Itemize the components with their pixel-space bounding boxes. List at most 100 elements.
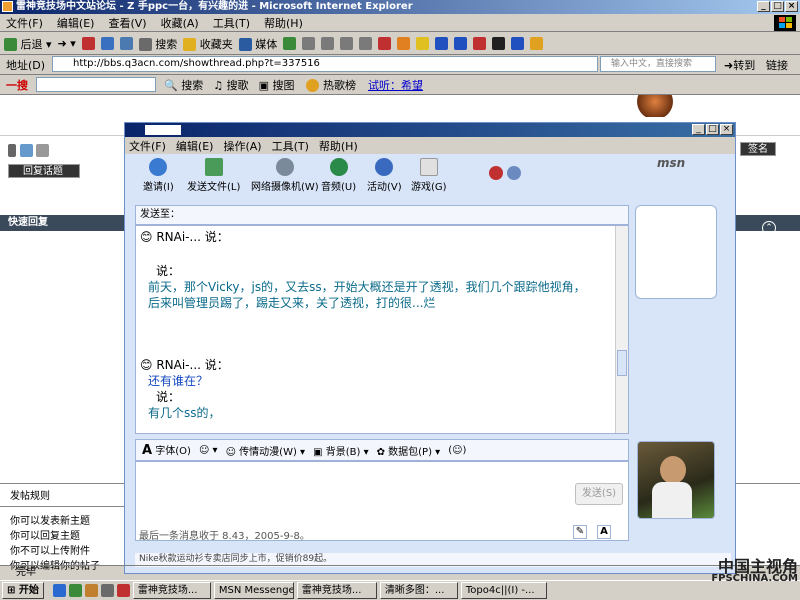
search-web-button[interactable]: 🔍 搜索	[164, 77, 203, 93]
back-button[interactable]: 后退 ▾	[4, 36, 52, 52]
plugin-icon[interactable]	[511, 37, 525, 50]
try-listen-link[interactable]: 试听：希望	[368, 77, 423, 93]
my-display-picture[interactable]	[637, 441, 715, 519]
sender-name: RNAi-... 说：	[156, 230, 229, 244]
forward-icon[interactable]: ➜ ▾	[58, 37, 76, 50]
type-mode-icon[interactable]: A	[597, 525, 611, 539]
search-image-label: 搜图	[272, 78, 295, 92]
reply-topic-button[interactable]: 回复话题	[8, 164, 80, 178]
start-button[interactable]: ⊞ 开始	[2, 582, 44, 599]
webcam-button[interactable]: 网络摄像机(W)	[251, 158, 319, 193]
scroll-thumb[interactable]	[617, 350, 627, 376]
plugin-icon[interactable]	[473, 37, 487, 50]
media-button[interactable]: 媒体	[238, 36, 277, 52]
menu-tools[interactable]: 工具(T)	[213, 15, 250, 31]
mascot-image	[635, 95, 675, 117]
taskbar-item[interactable]: 雷神竞技场...	[132, 582, 211, 599]
conversation-scrollbar[interactable]	[615, 226, 628, 433]
audio-button[interactable]: 音频(U)	[321, 158, 356, 193]
refresh-icon[interactable]	[100, 37, 114, 50]
emoticon-button[interactable]: ☺ ▾	[199, 445, 218, 456]
collapse-icon[interactable]: ⌃	[762, 221, 776, 235]
taskbar-item[interactable]: MSN Messenger	[213, 582, 294, 599]
quick-reply-header: 快速回复	[0, 215, 125, 231]
mail-icon[interactable]	[302, 37, 316, 50]
plugin-icon[interactable]	[378, 37, 392, 50]
minimize-button[interactable]: _	[757, 1, 770, 12]
quicklaunch-icon[interactable]	[116, 584, 130, 597]
go-icon: ➜	[724, 59, 734, 72]
plugin-icon[interactable]	[397, 37, 411, 50]
menu-favorites[interactable]: 收藏(A)	[161, 15, 199, 31]
address-input[interactable]: http://bbs.q3acn.com/showthread.php?t=33…	[52, 56, 598, 72]
msn-menu-tools[interactable]: 工具(T)	[272, 138, 309, 154]
go-button[interactable]: ➜转到	[724, 57, 755, 73]
data-pack-button[interactable]: ✿ 数据包(P) ▾	[377, 443, 441, 458]
search-music-button[interactable]: ♫ 搜歌	[213, 77, 248, 93]
search-image-button[interactable]: ▣ 搜图	[259, 77, 295, 93]
ie-icon	[2, 1, 13, 12]
links-button[interactable]: 链接	[766, 57, 788, 73]
favorites-button[interactable]: 收藏夹	[183, 36, 233, 52]
msn-close-button[interactable]: ×	[720, 124, 733, 135]
search-button[interactable]: 搜索	[138, 36, 177, 52]
contact-display-picture[interactable]	[635, 205, 717, 299]
plugin-icon[interactable]	[530, 37, 544, 50]
message-line: 说：	[156, 264, 181, 278]
msn-menu-file[interactable]: 文件(F)	[129, 138, 166, 154]
send-file-button[interactable]: 发送文件(L)	[187, 158, 240, 193]
msn-minimize-button[interactable]: _	[692, 124, 705, 135]
menu-file[interactable]: 文件(F)	[6, 15, 43, 31]
invite-button[interactable]: 邀请(I)	[143, 158, 174, 193]
media-icon	[238, 38, 252, 51]
keyword-input[interactable]	[36, 77, 156, 92]
maximize-button[interactable]: □	[771, 1, 784, 12]
handwriting-icon[interactable]: ✎	[573, 525, 587, 539]
msn-menu-help[interactable]: 帮助(H)	[319, 138, 358, 154]
menu-view[interactable]: 查看(V)	[108, 15, 146, 31]
msn-menu-edit[interactable]: 编辑(E)	[176, 138, 214, 154]
rule-item: 你不可以上传附件	[10, 546, 90, 557]
qq-icon[interactable]	[492, 37, 506, 50]
quicklaunch-icon[interactable]	[100, 584, 114, 597]
close-button[interactable]: ×	[785, 1, 798, 12]
contact-name-redacted	[145, 125, 181, 135]
taskbar-item[interactable]: 雷神竞技场...	[296, 582, 377, 599]
stop-icon[interactable]	[81, 37, 95, 50]
plugin-icon[interactable]	[416, 37, 430, 50]
send-file-icon	[204, 158, 223, 176]
msn-menu-actions[interactable]: 操作(A)	[223, 138, 261, 154]
ie-quicklaunch-icon[interactable]	[52, 584, 66, 597]
plugin-icon[interactable]	[454, 37, 468, 50]
taskbar-item[interactable]: 清晰多图：...	[379, 582, 458, 599]
home-icon[interactable]	[119, 37, 133, 50]
background-button[interactable]: ▣ 背景(B) ▾	[313, 443, 369, 458]
window-controls: _ □ ×	[757, 1, 798, 12]
lock-icon[interactable]	[8, 143, 16, 157]
activities-button[interactable]: 活动(V)	[367, 158, 402, 193]
discuss-icon[interactable]	[359, 37, 373, 50]
font-button[interactable]: A 字体(O)	[142, 442, 191, 458]
quicklaunch-icon[interactable]	[68, 584, 82, 597]
menu-edit[interactable]: 编辑(E)	[57, 15, 95, 31]
print-icon[interactable]	[321, 37, 335, 50]
wink-button[interactable]: ☺ 传情动漫(W) ▾	[226, 443, 306, 458]
msn-maximize-button[interactable]: □	[706, 124, 719, 135]
address-label: 地址(D)	[6, 58, 46, 72]
games-button[interactable]: 游戏(G)	[411, 158, 447, 193]
tools-icon[interactable]	[19, 143, 33, 157]
block-icon[interactable]	[489, 166, 503, 180]
nudge-icon[interactable]: (☺)	[448, 445, 466, 456]
taskbar-item[interactable]: Topo4c||(I) -...	[460, 582, 547, 599]
theme-icon[interactable]	[507, 166, 521, 180]
quick-search-input[interactable]: 输入中文，直接搜索	[600, 56, 716, 72]
edit-post-icon[interactable]	[36, 143, 49, 157]
quicklaunch-icon[interactable]	[84, 584, 98, 597]
menu-help[interactable]: 帮助(H)	[264, 15, 303, 31]
plugin-icon[interactable]	[435, 37, 449, 50]
hot-songs-button[interactable]: 热歌榜	[306, 77, 356, 93]
sign-button[interactable]: 签名	[740, 142, 776, 156]
edit-icon[interactable]	[340, 37, 354, 50]
send-button[interactable]: 发送(S)	[575, 483, 623, 505]
history-icon[interactable]	[283, 37, 297, 50]
